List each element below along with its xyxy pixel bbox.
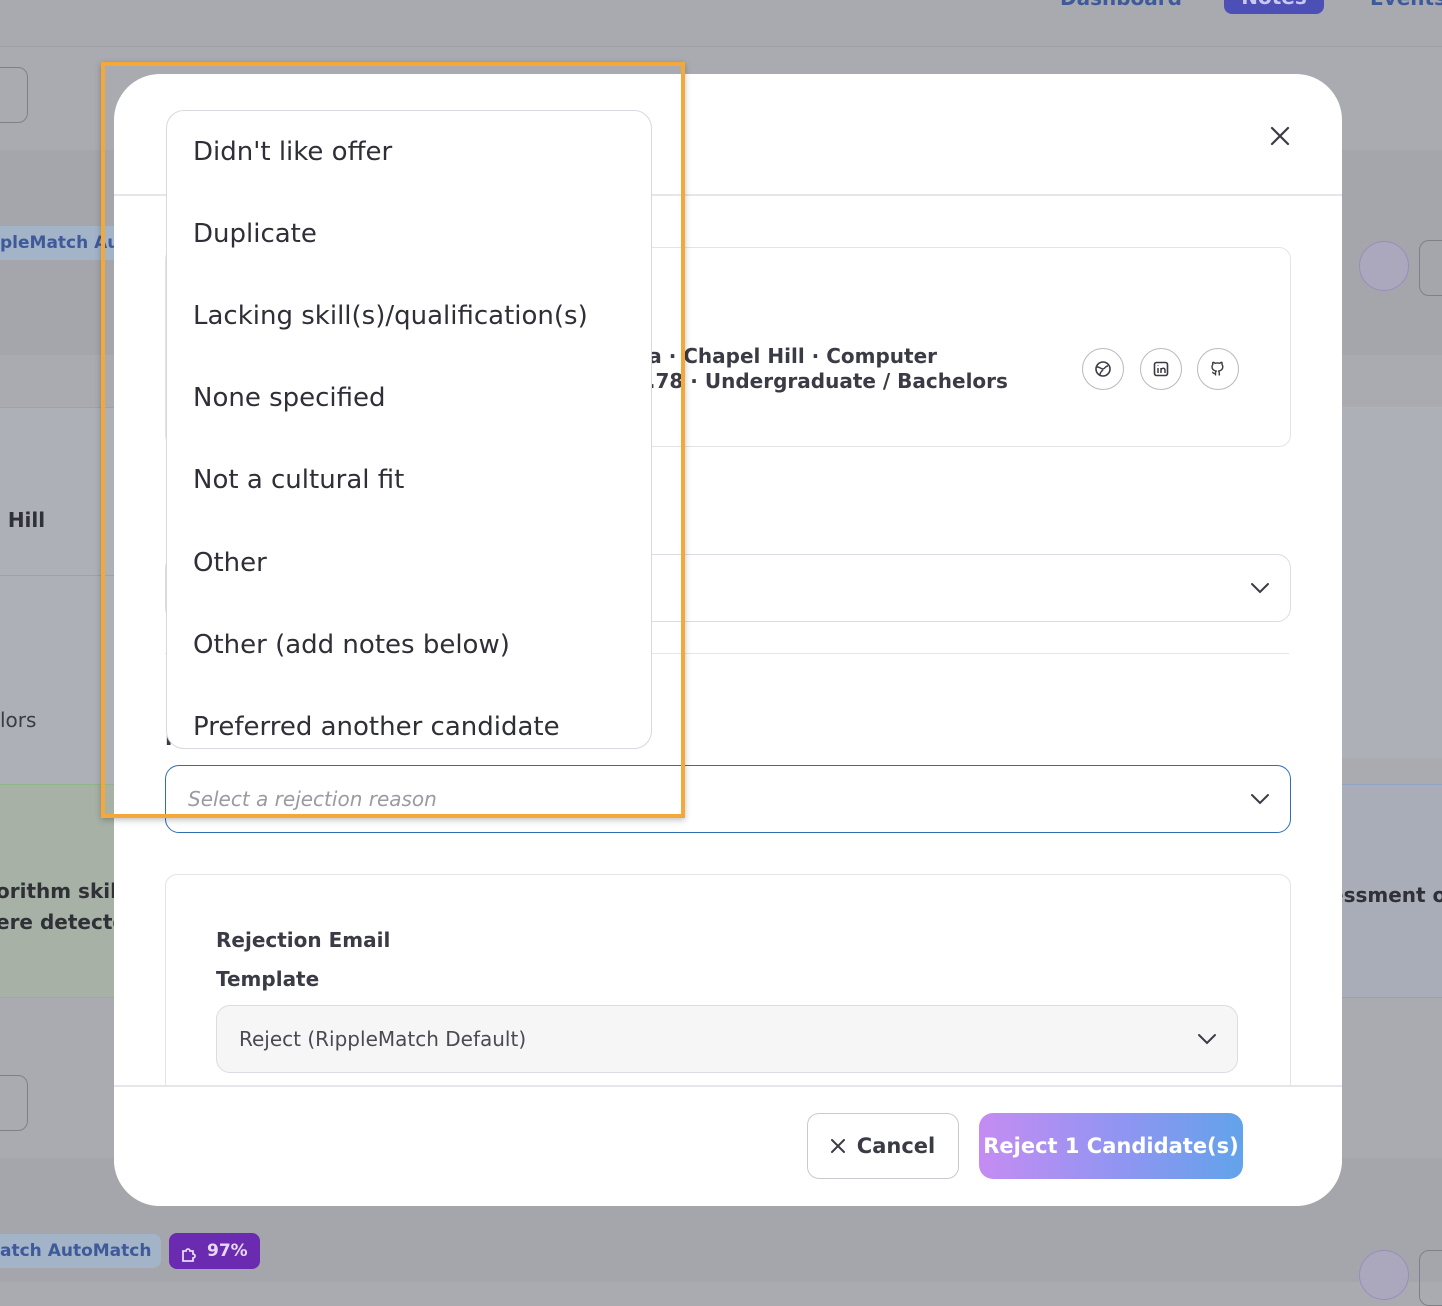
bg-school-text: l Hill bbox=[0, 508, 46, 532]
github-link-button[interactable] bbox=[1197, 348, 1239, 390]
cancel-button[interactable]: Cancel bbox=[807, 1113, 959, 1179]
rejection-email-title: Rejection Email bbox=[216, 928, 391, 952]
nav-notes-link[interactable]: Notes bbox=[1224, 0, 1324, 14]
globe-icon bbox=[1095, 361, 1111, 377]
template-select-value: Reject (RippleMatch Default) bbox=[239, 1027, 527, 1051]
candidate-education-line2: 3.78 · Undergraduate / Bachelors bbox=[634, 369, 1008, 393]
bg-avatar-icon[interactable] bbox=[1359, 241, 1409, 291]
puzzle-icon bbox=[179, 1241, 199, 1277]
bg-degree-text: lors bbox=[0, 708, 37, 732]
github-icon bbox=[1211, 361, 1224, 376]
chevron-down-icon bbox=[1251, 583, 1269, 594]
bg-action-button[interactable] bbox=[1419, 1250, 1442, 1306]
bg-automatch-chip: atch AutoMatch bbox=[0, 1234, 162, 1268]
reject-label: Reject 1 Candidate(s) bbox=[983, 1134, 1239, 1158]
linkedin-link-button[interactable] bbox=[1140, 348, 1182, 390]
close-icon bbox=[1270, 126, 1290, 146]
bg-card bbox=[1342, 407, 1442, 758]
nav-events-link[interactable]: Events bbox=[1370, 0, 1442, 10]
footer-divider bbox=[114, 1085, 1342, 1087]
template-select[interactable]: Reject (RippleMatch Default) bbox=[216, 1005, 1238, 1073]
bg-match-badge: 97% bbox=[169, 1233, 260, 1269]
cancel-label: Cancel bbox=[856, 1134, 936, 1158]
bg-avatar-icon[interactable] bbox=[1359, 1250, 1409, 1300]
highlight-box bbox=[101, 62, 685, 818]
bg-card bbox=[0, 575, 114, 786]
close-icon bbox=[830, 1139, 845, 1153]
bg-card bbox=[0, 407, 114, 576]
bg-toggle-button[interactable] bbox=[0, 67, 28, 123]
chevron-down-icon bbox=[1198, 1034, 1216, 1045]
bg-assessment-text: essment o bbox=[1330, 883, 1442, 907]
template-label: Template bbox=[216, 967, 320, 991]
match-percent: 97% bbox=[207, 1241, 248, 1261]
bg-toggle-button[interactable] bbox=[0, 1075, 28, 1131]
reject-candidates-button[interactable]: Reject 1 Candidate(s) bbox=[979, 1113, 1243, 1179]
bg-skill-text: orithm skill bbox=[0, 879, 124, 903]
nav-dashboard-link[interactable]: Dashboard bbox=[1060, 0, 1182, 10]
chevron-down-icon bbox=[1251, 794, 1269, 805]
close-button[interactable] bbox=[1262, 118, 1298, 154]
website-link-button[interactable] bbox=[1082, 348, 1124, 390]
bg-action-button[interactable] bbox=[1419, 240, 1442, 296]
linkedin-icon bbox=[1153, 361, 1169, 377]
